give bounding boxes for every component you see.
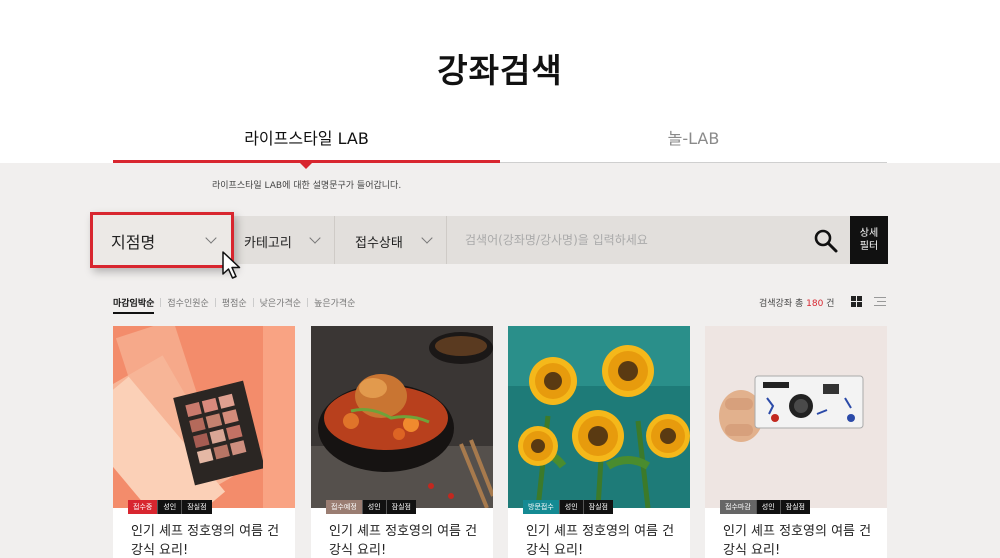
status-badge: 방문접수 xyxy=(523,500,559,514)
page-title: 강좌검색 xyxy=(437,51,563,90)
status-dropdown[interactable]: 접수상태 xyxy=(335,216,447,264)
sort-divider xyxy=(307,298,309,307)
course-card[interactable]: 접수중 성인 잠실점 인기 셰프 정호영의 여름 건강식 요리! xyxy=(113,326,295,558)
course-card[interactable]: 접수예정 성인 잠실점 인기 셰프 정호영의 여름 건강식 요리! xyxy=(311,326,493,558)
course-title[interactable]: 인기 셰프 정호영의 여름 건강식 요리! xyxy=(329,522,479,558)
course-thumbnail xyxy=(311,326,493,508)
category-label: 카테고리 xyxy=(244,236,292,251)
course-card[interactable]: 방문접수 성인 잠실점 인기 셰프 정호영의 여름 건강식 요리! xyxy=(508,326,690,558)
age-badge: 성인 xyxy=(361,500,386,514)
card-badges: 방문접수 성인 잠실점 xyxy=(523,500,613,514)
sort-options: 마감임박순 접수인원순 평점순 낮은가격순 높은가격순 xyxy=(113,296,361,314)
result-count: 검색강좌 총 180 건 xyxy=(759,296,834,309)
sort-rating[interactable]: 평점순 xyxy=(222,296,247,309)
search-input[interactable] xyxy=(447,216,807,264)
tab-lifestyle-lab[interactable]: 라이프스타일 LAB xyxy=(113,125,500,149)
category-dropdown[interactable]: 카테고리 xyxy=(234,216,335,264)
detail-filter-button[interactable]: 상세 필터 xyxy=(850,216,888,264)
filter-bar: 카테고리 접수상태 상세 필터 지점명 xyxy=(90,212,888,268)
sort-divider xyxy=(252,298,254,307)
sort-applicants[interactable]: 접수인원순 xyxy=(167,296,208,309)
status-badge: 접수예정 xyxy=(326,500,362,514)
tab-play-lab[interactable]: 놀-LAB xyxy=(500,125,887,149)
result-count-prefix: 검색강좌 총 xyxy=(759,299,807,309)
detail-filter-label-2: 필터 xyxy=(859,241,879,252)
course-title[interactable]: 인기 셰프 정호영의 여름 건강식 요리! xyxy=(723,522,873,558)
branch-label: 지점명 xyxy=(111,233,156,252)
course-thumbnail xyxy=(705,326,887,508)
sort-divider xyxy=(214,298,216,307)
age-badge: 성인 xyxy=(558,500,583,514)
card-badges: 접수예정 성인 잠실점 xyxy=(326,500,416,514)
status-badge: 접수마감 xyxy=(720,500,756,514)
search-icon[interactable] xyxy=(813,228,839,254)
chevron-down-icon xyxy=(421,232,433,244)
age-badge: 성인 xyxy=(755,500,780,514)
sort-divider xyxy=(160,298,162,307)
course-title[interactable]: 인기 셰프 정호영의 여름 건강식 요리! xyxy=(131,522,281,558)
branch-badge: 잠실점 xyxy=(385,500,416,514)
chevron-down-icon xyxy=(309,232,321,244)
search-box xyxy=(447,216,850,264)
tab-divider xyxy=(500,162,887,163)
tab-description: 라이프스타일 LAB에 대한 설명문구가 들어갑니다. xyxy=(212,181,402,191)
card-badges: 접수마감 성인 잠실점 xyxy=(720,500,810,514)
course-thumbnail xyxy=(508,326,690,508)
list-view-icon[interactable] xyxy=(874,296,886,307)
age-badge: 성인 xyxy=(157,500,182,514)
grid-view-icon[interactable] xyxy=(851,296,862,307)
branch-badge: 잠실점 xyxy=(779,500,810,514)
result-count-suffix: 건 xyxy=(823,299,835,309)
sort-deadline[interactable]: 마감임박순 xyxy=(113,296,155,314)
status-badge: 접수중 xyxy=(128,500,158,514)
course-card[interactable]: 접수마감 성인 잠실점 인기 셰프 정호영의 여름 건강식 요리! xyxy=(705,326,887,558)
sort-price-low[interactable]: 낮은가격순 xyxy=(260,296,301,309)
status-label: 접수상태 xyxy=(355,236,403,251)
branch-dropdown[interactable]: 지점명 xyxy=(90,212,234,268)
card-badges: 접수중 성인 잠실점 xyxy=(128,500,212,514)
result-count-number: 180 xyxy=(806,299,824,309)
tab-pointer-icon xyxy=(300,163,312,169)
branch-badge: 잠실점 xyxy=(582,500,613,514)
chevron-down-icon xyxy=(205,232,217,244)
branch-badge: 잠실점 xyxy=(181,500,212,514)
course-thumbnail xyxy=(113,326,295,508)
detail-filter-label-1: 상세 xyxy=(859,228,879,239)
sort-price-high[interactable]: 높은가격순 xyxy=(314,296,355,309)
course-title[interactable]: 인기 셰프 정호영의 여름 건강식 요리! xyxy=(526,522,676,558)
mouse-cursor-icon xyxy=(222,251,241,279)
